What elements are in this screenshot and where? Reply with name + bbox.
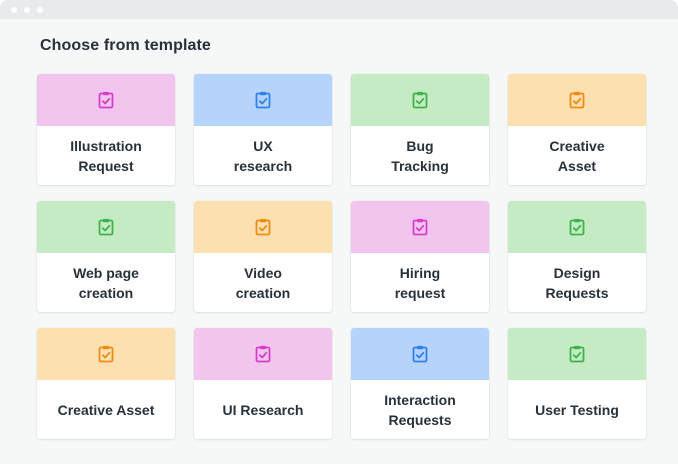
card-header (194, 74, 332, 126)
template-card[interactable]: User Testing (508, 328, 646, 439)
card-body: UX research (194, 126, 332, 185)
clipboard-check-icon (569, 218, 585, 236)
template-card[interactable]: Hiring request (351, 201, 489, 312)
card-header (508, 328, 646, 380)
card-header (351, 201, 489, 253)
card-body: User Testing (508, 380, 646, 439)
template-card[interactable]: Design Requests (508, 201, 646, 312)
card-header (194, 201, 332, 253)
card-body: Design Requests (508, 253, 646, 312)
clipboard-check-icon (98, 345, 114, 363)
template-label: UX research (233, 137, 293, 174)
clipboard-check-icon (412, 218, 428, 236)
template-label: Web page creation (73, 264, 139, 301)
page-title: Choose from template (40, 37, 211, 54)
template-label: Interaction Requests (384, 391, 456, 428)
template-card[interactable]: Web page creation (37, 201, 175, 312)
clipboard-check-icon (569, 91, 585, 109)
template-card[interactable]: Bug Tracking (351, 74, 489, 185)
clipboard-check-icon (255, 218, 271, 236)
card-body: Creative Asset (37, 380, 175, 439)
template-card[interactable]: UI Research (194, 328, 332, 439)
template-grid: Illustration Request UX research Bug Tra… (37, 74, 646, 439)
clipboard-check-icon (569, 345, 585, 363)
card-header (351, 328, 489, 380)
template-label: User Testing (535, 401, 619, 418)
template-picker-window: Choose from template Illustration Reques… (0, 0, 678, 464)
template-card[interactable]: Interaction Requests (351, 328, 489, 439)
template-card[interactable]: Creative Asset (508, 74, 646, 185)
card-header (37, 201, 175, 253)
card-body: Video creation (194, 253, 332, 312)
card-body: Creative Asset (508, 126, 646, 185)
clipboard-check-icon (412, 91, 428, 109)
template-label: Design Requests (545, 264, 609, 301)
template-label: UI Research (222, 401, 304, 418)
card-body: Hiring request (351, 253, 489, 312)
window-dot-icon (37, 7, 43, 13)
template-label: Creative Asset (57, 401, 155, 418)
clipboard-check-icon (255, 345, 271, 363)
window-titlebar (0, 0, 678, 19)
card-body: Web page creation (37, 253, 175, 312)
template-label: Bug Tracking (391, 137, 449, 174)
template-card[interactable]: UX research (194, 74, 332, 185)
card-body: Bug Tracking (351, 126, 489, 185)
card-header (37, 74, 175, 126)
card-header (508, 201, 646, 253)
card-header (194, 328, 332, 380)
template-card[interactable]: Illustration Request (37, 74, 175, 185)
clipboard-check-icon (255, 91, 271, 109)
clipboard-check-icon (98, 218, 114, 236)
template-label: Creative Asset (549, 137, 605, 174)
template-label: Illustration Request (70, 137, 142, 174)
template-label: Video creation (235, 264, 291, 301)
card-body: UI Research (194, 380, 332, 439)
template-card[interactable]: Creative Asset (37, 328, 175, 439)
template-card[interactable]: Video creation (194, 201, 332, 312)
card-body: Interaction Requests (351, 380, 489, 439)
card-body: Illustration Request (37, 126, 175, 185)
window-dot-icon (11, 7, 17, 13)
clipboard-check-icon (98, 91, 114, 109)
window-dot-icon (24, 7, 30, 13)
clipboard-check-icon (412, 345, 428, 363)
template-label: Hiring request (394, 264, 446, 301)
card-header (508, 74, 646, 126)
card-header (351, 74, 489, 126)
card-header (37, 328, 175, 380)
